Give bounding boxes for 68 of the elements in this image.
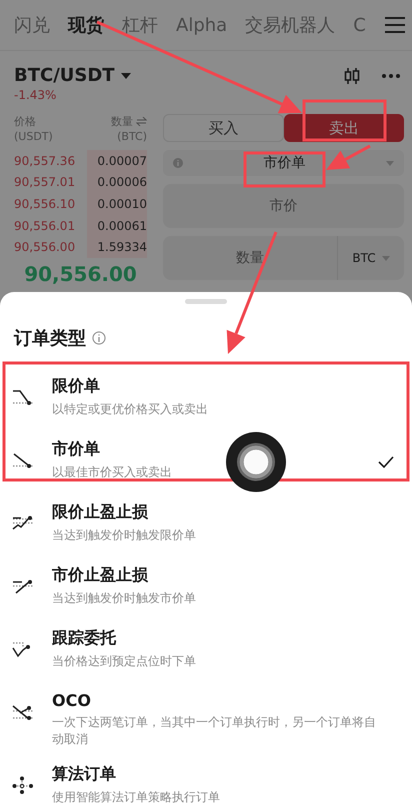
order-type-icon [12,577,34,595]
order-type-option[interactable]: 限价止盈止损 当达到触发价时触发限价单 [0,494,412,557]
option-title: 跟踪委托 [52,628,118,649]
drag-handle[interactable] [185,299,227,304]
order-type-option[interactable]: 跟踪委托 当价格达到预定点位时下单 [0,620,412,683]
menu-icon[interactable] [384,16,406,34]
check-icon [378,456,394,468]
more-icon[interactable] [382,74,400,78]
option-description: 以特定或更优价格买入或卖出 [52,401,209,418]
trading-pair[interactable]: BTC/USDT [14,65,115,86]
order-type-icon [12,514,34,532]
market-tab[interactable]: C [353,14,366,36]
option-description: 当达到触发价时触发限价单 [52,527,197,544]
ask-price: 90,557.01 [14,175,76,190]
order-type-icon [12,451,34,469]
price-field[interactable]: 市价 [163,184,404,228]
ask-quantity: 0.00061 [87,214,147,236]
option-title: 限价单 [52,376,101,397]
info-icon [173,158,183,168]
info-icon[interactable] [92,331,106,345]
ask-quantity: 0.00006 [87,172,147,194]
market-tab[interactable]: Alpha [176,14,228,36]
option-description: 当价格达到预定点位时下单 [52,653,197,670]
order-type-option[interactable]: 限价单 以特定或更优价格买入或卖出 [0,368,412,431]
option-description: 以最佳市价买入或卖出 [52,464,173,481]
ask-price: 90,557.36 [14,154,76,168]
ask-price: 90,556.10 [14,196,76,211]
column-unit: (BTC) [117,129,147,144]
option-description: 当达到触发价时触发市价单 [52,590,197,607]
order-side-tab[interactable]: 买入 [163,114,284,142]
column-header: 数量 [111,114,133,129]
column-unit: (USDT) [14,129,53,144]
option-title: OCO [52,691,92,710]
candlestick-icon[interactable] [344,66,360,84]
order-type-value: 市价单 [264,154,306,172]
option-description: 一次下达两笔订单，当其中一个订单执行时，另一个订单将自动取消 [52,714,377,748]
order-type-dropdown[interactable]: 市价单 [163,150,404,176]
market-tab[interactable]: 交易机器人 [245,13,336,37]
last-price: 90,556.00 [23,262,138,286]
market-tab[interactable]: 杠杆 [122,13,158,37]
caret-icon [120,72,131,78]
order-type-option[interactable]: OCO 一次下达两笔订单，当其中一个订单执行时，另一个订单将自动取消 [0,683,412,756]
order-type-option[interactable]: 算法订单 使用智能算法订单策略执行订单 [0,756,412,810]
order-type-icon [12,703,34,721]
ask-quantity: 1.59334 [87,236,147,258]
market-tab[interactable]: 闪兑 [14,13,50,37]
unit-label[interactable]: BTC [352,251,376,265]
option-title: 算法订单 [52,764,117,785]
order-type-option[interactable]: 市价止盈止损 当达到触发价时触发市价单 [0,557,412,620]
caret-icon [386,160,394,166]
sheet-title: 订单类型 [14,327,86,350]
column-header: 价格 [14,114,37,129]
option-title: 市价单 [52,439,101,460]
swap-icon[interactable] [136,117,147,126]
order-type-option[interactable]: 市价单 以最佳市价买入或卖出 [0,431,412,494]
option-title: 市价止盈止损 [52,565,149,586]
ask-price: 90,556.00 [14,240,76,254]
ask-quantity: 0.00007 [87,150,147,172]
order-type-icon [12,388,34,406]
option-title: 限价止盈止损 [52,502,149,523]
order-type-icon [12,776,34,794]
caret-icon [382,256,390,260]
option-description: 使用智能算法订单策略执行订单 [52,789,221,806]
ask-quantity: 0.00010 [87,193,147,215]
quantity-field[interactable]: 数量 [163,236,337,280]
ask-price: 90,556.01 [14,218,76,233]
annotation-arrow [326,144,371,170]
price-change: -1.43% [13,88,58,102]
